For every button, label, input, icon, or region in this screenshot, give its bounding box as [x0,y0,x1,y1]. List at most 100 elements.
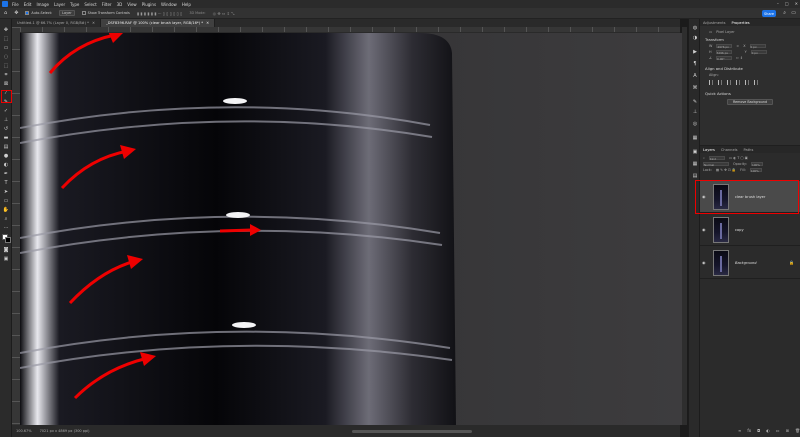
edit-toolbar-icon[interactable]: ··· [3,225,9,231]
angle-field[interactable]: 0.00° [716,56,733,61]
adjustment-icon[interactable]: ◐ [766,428,770,433]
home-icon[interactable]: ⌂ [4,10,7,16]
object-select-icon[interactable]: ⬚ [3,63,9,69]
layer-name[interactable]: clear brush layer [735,195,765,199]
close-icon[interactable]: ✕ [92,21,95,25]
flip-icons[interactable]: ⇔ ⇕ [736,56,743,60]
move-tool-icon[interactable]: ✥ [3,27,9,33]
layer-name[interactable]: Background [735,261,757,265]
layer-select[interactable]: Layer [59,10,75,16]
dodge-tool-icon[interactable]: ◐ [3,162,9,168]
link-layers-icon[interactable]: ∞ [738,428,741,433]
shape-tool-icon[interactable]: ▭ [3,198,9,204]
artboard-tool-icon[interactable]: ⬚ [3,36,9,42]
align-icons[interactable]: ▮ ▮ ▮ ▮ ▮ ▮ ··· ▯ ▯ ▯ ▯ ▯ ▯ [137,11,183,16]
search-icon[interactable]: ⌕ [783,10,786,16]
menu-filter[interactable]: Filter [102,2,112,7]
lock-icons[interactable]: ▦ ✎ ✥ ⊡ 🔒 [716,168,736,172]
character-icon[interactable]: A [692,73,698,79]
lasso-tool-icon[interactable]: ◌ [3,54,9,60]
transform-checkbox[interactable] [81,11,86,15]
libraries-icon[interactable]: ◍ [692,25,698,31]
trash-icon[interactable]: 🗑 [795,428,800,433]
minimize-icon[interactable]: – [777,1,779,6]
healing-brush-icon[interactable]: ✎ [3,99,9,105]
workspace-icon[interactable]: ▭ [791,10,796,16]
clone-stamp-icon[interactable]: ⊥ [3,117,9,123]
vertical-scrollbar[interactable] [682,27,687,425]
auto-select-checkbox[interactable] [25,11,30,15]
menu-help[interactable]: Help [182,2,191,7]
menu-image[interactable]: Image [36,2,49,7]
width-field[interactable]: 4976 px [716,44,733,49]
tab-properties[interactable]: Properties [732,21,750,25]
y-field[interactable]: 0 px [750,50,767,55]
tab-untitled[interactable]: Untitled-1 @ 66.7% (Layer 0, RGB/8#) * ✕ [12,19,101,27]
fill-field[interactable]: 100% [749,168,762,173]
menu-select[interactable]: Select [84,2,96,7]
3d-icons[interactable]: ◎ ✥ ⇔ ⇕ ⤡ [213,11,235,16]
quick-actions-heading[interactable]: Quick Actions [700,91,800,96]
clone-source-icon[interactable]: ⊥ [692,109,698,115]
menu-layer[interactable]: Layer [54,2,65,7]
link-icon[interactable]: ∞ [736,44,739,48]
menu-window[interactable]: Window [161,2,177,7]
glyphs-icon[interactable]: ⌘ [692,85,698,91]
visibility-eye-icon[interactable]: ◉ [702,260,707,265]
plugin-icon[interactable]: ◎ [692,121,698,127]
share-button[interactable]: Share [762,10,776,17]
align-buttons[interactable] [700,80,800,85]
gradients-icon[interactable]: ▤ [692,173,698,179]
tab-channels[interactable]: Channels [721,148,738,152]
eraser-icon[interactable]: ▬ [3,135,9,141]
menu-file[interactable]: File [12,2,19,7]
brush-tool-icon[interactable]: ✓ [3,108,9,114]
blend-mode-select[interactable]: Normal [703,162,729,167]
close-icon[interactable]: ✕ [795,1,798,6]
move-tool-icon[interactable]: ✥ [14,10,18,16]
zoom-tool-icon[interactable]: ⌕ [3,216,9,222]
layer-row[interactable]: ◉ Background 🔒 [700,247,800,279]
visibility-eye-icon[interactable]: ◉ [702,194,707,199]
tab-adjustments[interactable]: Adjustments [703,21,726,25]
eyedropper-icon[interactable]: ⁄ [3,90,9,96]
filter-icons[interactable]: ▭ ◐ T ▢ ▣ [729,156,748,160]
kind-select[interactable]: Kind [708,156,725,161]
mask-icon[interactable]: ◘ [757,428,760,433]
menu-3d[interactable]: 3D [117,2,123,7]
menu-view[interactable]: View [127,2,137,7]
height-field[interactable]: 3296 px [715,50,732,55]
gradient-icon[interactable]: ▤ [3,144,9,150]
quick-mask-icon[interactable]: ◙ [3,247,9,253]
play-icon[interactable]: ▶ [692,49,698,55]
group-icon[interactable]: ▭ [776,428,780,433]
hand-tool-icon[interactable]: ✋ [3,207,9,213]
close-icon[interactable]: ✕ [206,21,209,25]
auto-select-group[interactable]: Auto-Select: [25,11,52,15]
histogram-icon[interactable]: ▦ [692,135,698,141]
tab-paths[interactable]: Paths [744,148,754,152]
path-select-icon[interactable]: ➤ [3,189,9,195]
background-color-swatch[interactable] [5,237,11,243]
document-canvas[interactable] [20,33,682,425]
horizontal-scrollbar[interactable] [352,430,472,433]
paragraph-icon[interactable]: ¶ [692,61,698,67]
maximize-icon[interactable]: □ [785,1,789,6]
new-layer-icon[interactable]: ⊞ [786,428,789,433]
brush-settings-icon[interactable]: ✎ [692,99,698,105]
pen-tool-icon[interactable]: ✒ [3,171,9,177]
crop-tool-icon[interactable]: ⌗ [3,72,9,78]
menu-plugins[interactable]: Plugins [142,2,156,7]
fx-icon[interactable]: fx [747,428,751,433]
tab-layers[interactable]: Layers [703,148,715,152]
blur-tool-icon[interactable]: ● [3,153,9,159]
layer-name[interactable]: copy [735,228,744,232]
remove-background-button[interactable]: Remove Background [727,99,773,105]
swatches-icon[interactable]: ▦ [692,161,698,167]
type-tool-icon[interactable]: T [3,180,9,186]
zoom-level[interactable]: 100.67% [16,429,32,433]
x-field[interactable]: 0 px [749,44,766,49]
opacity-field[interactable]: 100% [750,162,763,167]
transform-controls-group[interactable]: Show Transform Controls [81,11,130,15]
transform-heading[interactable]: Transform [700,37,800,42]
